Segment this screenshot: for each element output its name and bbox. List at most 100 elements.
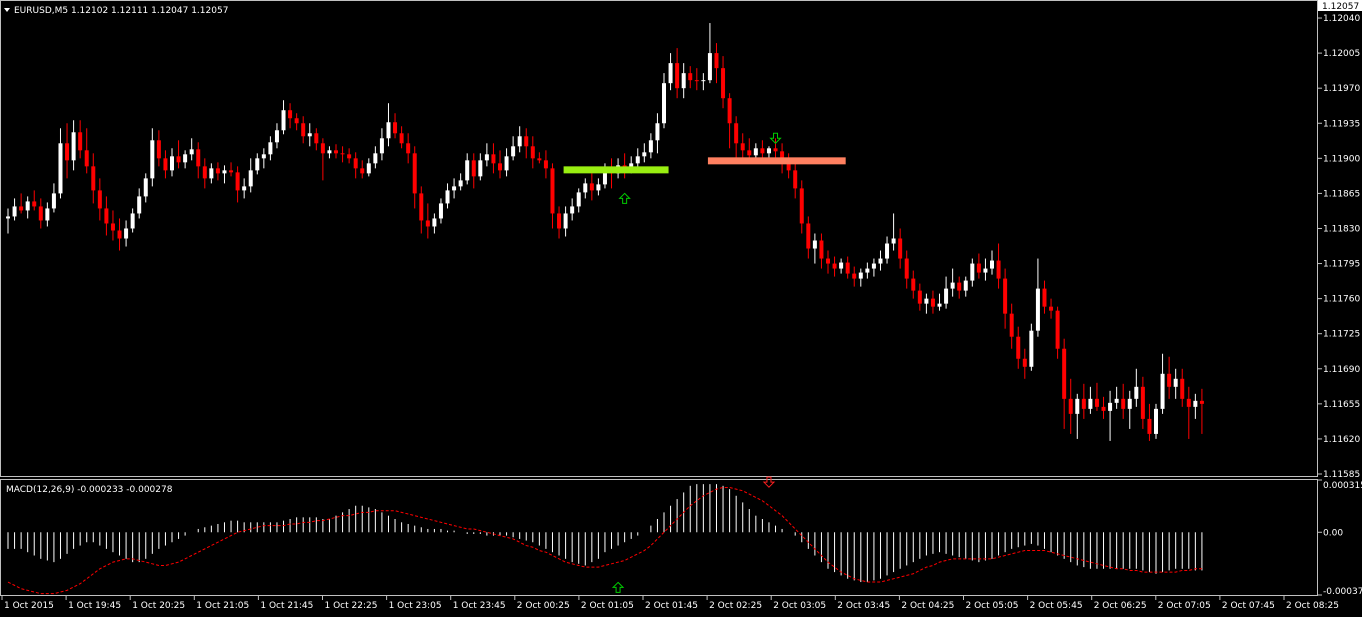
time-tick-label: 2 Oct 07:05	[1158, 601, 1211, 611]
candle-body	[170, 156, 174, 170]
candle-body	[957, 283, 961, 291]
candle-body	[1154, 409, 1158, 434]
buy-level	[564, 166, 669, 173]
price-panel-frame	[1, 1, 1318, 477]
candle-body	[1174, 379, 1178, 387]
candle-body	[655, 123, 659, 140]
candle-body	[1200, 401, 1204, 404]
candle-body	[806, 223, 810, 248]
candle-body	[6, 216, 10, 218]
time-tick-label: 1 Oct 22:25	[325, 601, 378, 611]
candle-body	[491, 154, 495, 163]
candle-body	[557, 213, 561, 228]
candle-body	[911, 279, 915, 291]
candle-body	[747, 150, 751, 155]
time-tick-label: 2 Oct 05:05	[966, 601, 1019, 611]
candle-body	[301, 123, 305, 136]
candle-body	[465, 160, 469, 180]
candle-body	[249, 170, 253, 186]
sell-level	[708, 157, 846, 164]
candle-body	[144, 178, 148, 196]
candle-body	[1069, 399, 1073, 414]
candle-body	[1075, 399, 1079, 414]
candle-body	[918, 291, 922, 304]
candle-body	[1121, 399, 1125, 409]
candle-body	[124, 228, 128, 238]
macd-sell-arrow-icon	[764, 477, 774, 487]
candle-body	[1036, 289, 1040, 331]
price-panel[interactable]: 1.120401.120051.119701.119351.119001.118…	[1, 0, 1362, 480]
candle-body	[177, 156, 181, 162]
candle-body	[892, 239, 896, 244]
candle-body	[321, 143, 325, 153]
candle-body	[459, 180, 463, 186]
candle-body	[878, 259, 882, 264]
price-tick-label: 1.11865	[1323, 189, 1360, 199]
macd-panel[interactable]: 0.0003150.00-0.000378 MACD(12,26,9) -0.0…	[1, 477, 1362, 597]
candle-body	[1134, 387, 1138, 399]
candle-body	[833, 264, 837, 269]
candle-body	[695, 80, 699, 81]
candle-body	[708, 53, 712, 80]
chart-canvas[interactable]: 1.120401.120051.119701.119351.119001.118…	[0, 0, 1362, 613]
candle-body	[1003, 279, 1007, 314]
candle-body	[819, 241, 823, 259]
candle-body	[714, 53, 718, 68]
candle-body	[564, 213, 568, 228]
candle-body	[334, 150, 338, 153]
candle-body	[360, 168, 364, 173]
candle-body	[800, 188, 804, 223]
candle-body	[203, 166, 207, 178]
candle-body	[872, 264, 876, 269]
time-tick-label: 2 Oct 03:05	[773, 601, 826, 611]
mt4-chart-window[interactable]: 1.120401.120051.119701.119351.119001.118…	[0, 0, 1362, 613]
macd-tick-label: -0.000378	[1323, 587, 1362, 597]
candle-body	[977, 264, 981, 273]
time-tick-label: 2 Oct 03:45	[837, 601, 890, 611]
collapse-triangle-icon[interactable]	[4, 8, 10, 12]
price-tick-label: 1.12040	[1323, 14, 1360, 24]
candle-body	[636, 156, 640, 163]
candle-body	[386, 122, 390, 138]
candle-body	[983, 269, 987, 273]
candle-body	[163, 158, 167, 170]
candle-body	[1187, 399, 1191, 407]
candle-body	[721, 68, 725, 98]
candle-body	[1062, 349, 1066, 399]
candle-body	[262, 154, 266, 158]
price-tick-label: 1.11655	[1323, 400, 1360, 410]
candle-body	[196, 149, 200, 166]
candle-body	[406, 143, 410, 153]
candle-body	[905, 259, 909, 279]
candle-body	[131, 213, 135, 228]
candle-body	[944, 289, 948, 304]
time-tick-label: 2 Oct 02:25	[709, 601, 762, 611]
candle-body	[682, 73, 686, 88]
candle-body	[865, 269, 869, 273]
candle-body	[511, 146, 515, 156]
time-tick-label: 1 Oct 23:05	[389, 601, 442, 611]
candle-body	[478, 160, 482, 176]
candle-body	[1042, 289, 1046, 307]
candle-body	[452, 186, 456, 190]
price-tick-label: 1.11690	[1323, 365, 1360, 375]
candle-body	[413, 153, 417, 193]
price-tick-label: 1.11970	[1323, 84, 1360, 94]
candle-body	[216, 168, 220, 173]
candle-body	[938, 304, 942, 307]
candle-body	[1167, 374, 1171, 387]
candle-body	[485, 154, 489, 160]
candle-body	[688, 73, 692, 80]
candle-body	[846, 263, 850, 274]
candle-body	[990, 261, 994, 269]
price-tick-label: 1.11585	[1323, 470, 1360, 480]
candle-body	[964, 281, 968, 291]
candle-body	[222, 170, 226, 173]
candle-body	[498, 163, 502, 170]
candle-body	[1193, 401, 1197, 407]
time-tick-label: 1 Oct 21:05	[196, 601, 249, 611]
candle-body	[550, 168, 554, 213]
current-price-box: 1.12057	[1318, 0, 1362, 12]
candle-body	[537, 158, 541, 160]
candle-body	[596, 184, 600, 190]
